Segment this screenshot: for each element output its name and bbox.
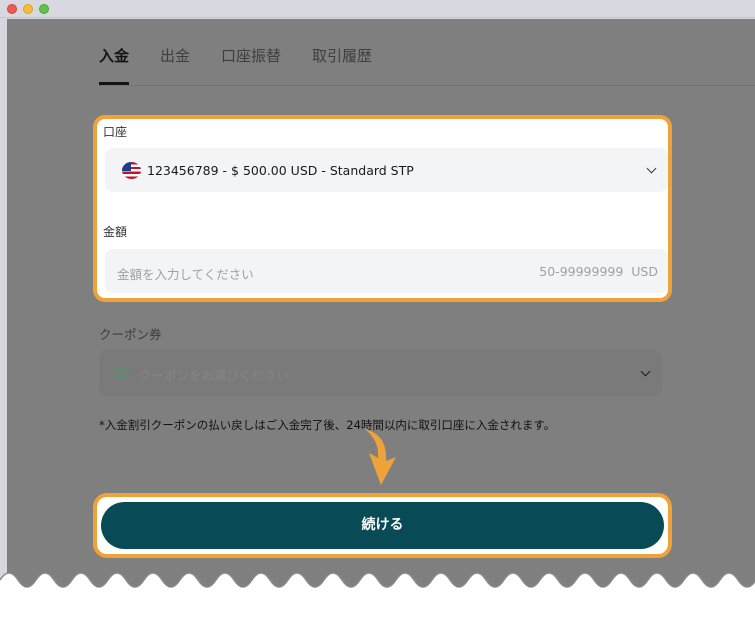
chevron-down-icon: [646, 163, 657, 174]
close-window-icon[interactable]: [7, 4, 17, 14]
app-window: 入金 出金 口座振替 取引履歴 口座 123456789 - $ 500.00 …: [0, 0, 755, 618]
coupon-placeholder: クーポンをお選びください: [139, 368, 290, 383]
continue-button[interactable]: 続ける: [101, 502, 664, 549]
tab-bar: 入金 出金 口座振替 取引履歴: [99, 45, 403, 85]
account-select-value: 123456789 - $ 500.00 USD - Standard STP: [147, 163, 414, 178]
coupon-refund-note: *入金割引クーポンの払い戻しはご入金完了後、24時間以内に取引口座に入金されます…: [99, 418, 556, 432]
tab-withdrawal[interactable]: 出金: [160, 45, 190, 85]
tab-deposit[interactable]: 入金: [99, 45, 130, 85]
ticket-icon: [116, 368, 130, 377]
amount-range-value: 50-99999999: [539, 264, 624, 279]
coupon-label: クーポン券: [99, 327, 162, 342]
tab-transaction-history[interactable]: 取引履歴: [312, 45, 372, 85]
us-flag-icon: [122, 162, 141, 179]
continue-button-highlight: 続ける: [93, 493, 672, 558]
down-arrow-icon: [365, 429, 396, 485]
deposit-form-card: 口座 123456789 - $ 500.00 USD - Standard S…: [93, 115, 672, 302]
amount-input[interactable]: 金額を入力してください 50-99999999 USD: [105, 249, 668, 293]
amount-placeholder: 金額を入力してください: [117, 267, 254, 282]
amount-range: 50-99999999 USD: [539, 264, 658, 279]
tab-divider: [99, 85, 755, 86]
title-bar: [0, 0, 755, 18]
amount-currency: USD: [631, 264, 658, 279]
coupon-select[interactable]: クーポンをお選びください: [99, 350, 662, 396]
chevron-down-icon: [640, 366, 651, 377]
account-label: 口座: [103, 125, 128, 139]
amount-label: 金額: [103, 225, 128, 239]
torn-edge: [0, 572, 755, 618]
tab-account-transfer[interactable]: 口座振替: [221, 45, 281, 85]
account-select[interactable]: 123456789 - $ 500.00 USD - Standard STP: [105, 148, 668, 192]
minimize-window-icon[interactable]: [23, 4, 33, 14]
page-viewport: 入金 出金 口座振替 取引履歴 口座 123456789 - $ 500.00 …: [7, 19, 755, 618]
maximize-window-icon[interactable]: [39, 4, 49, 14]
